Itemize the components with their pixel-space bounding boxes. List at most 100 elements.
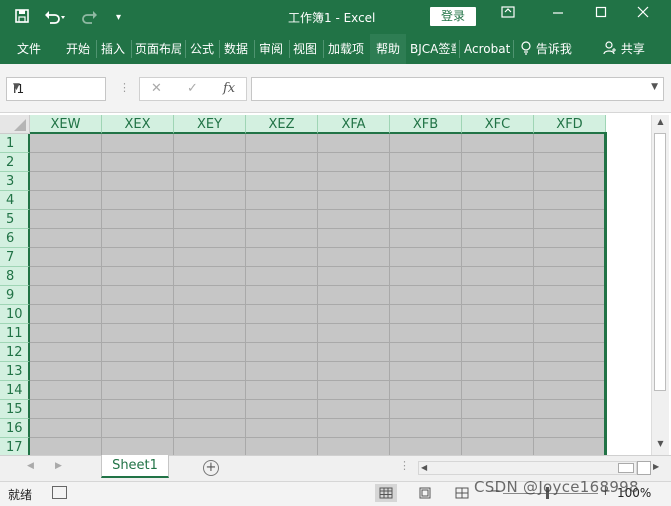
grid-line bbox=[30, 342, 606, 343]
tab-data[interactable]: 数据 bbox=[224, 34, 250, 64]
page-break-view-icon[interactable] bbox=[451, 484, 473, 502]
save-icon[interactable] bbox=[14, 8, 30, 27]
select-all-corner[interactable] bbox=[0, 115, 30, 134]
column-header[interactable]: XEX bbox=[102, 115, 174, 134]
redo-icon[interactable] bbox=[80, 8, 102, 27]
minimize-icon[interactable] bbox=[548, 6, 568, 22]
tell-me-label: 告诉我 bbox=[535, 42, 572, 56]
row-header[interactable]: 9 bbox=[0, 286, 30, 305]
tab-view[interactable]: 视图 bbox=[293, 34, 319, 64]
add-sheet-icon[interactable]: + bbox=[203, 460, 219, 476]
grid-line bbox=[173, 134, 174, 455]
normal-view-icon[interactable] bbox=[375, 484, 397, 502]
tell-me-button[interactable]: 告诉我 bbox=[520, 34, 582, 64]
cell-grid[interactable] bbox=[30, 134, 606, 455]
grid-line bbox=[533, 134, 534, 455]
prev-sheet-icon[interactable]: ◀ bbox=[27, 461, 34, 471]
login-button[interactable]: 登录 bbox=[430, 7, 476, 26]
row-header[interactable]: 16 bbox=[0, 419, 30, 438]
horizontal-scrollbar[interactable]: ◀ bbox=[418, 461, 637, 475]
row-header[interactable]: 8 bbox=[0, 267, 30, 286]
tab-formulas[interactable]: 公式 bbox=[190, 34, 216, 64]
share-button[interactable]: 共享 bbox=[603, 34, 655, 64]
scroll-left-icon[interactable]: ◀ bbox=[421, 463, 427, 472]
row-header[interactable]: 12 bbox=[0, 343, 30, 362]
grid-line bbox=[101, 134, 102, 455]
scroll-right-icon[interactable]: ▶ bbox=[653, 462, 659, 471]
formula-input[interactable]: ▼ bbox=[251, 77, 664, 101]
customize-icon[interactable]: ▾ bbox=[116, 10, 121, 26]
grid-line bbox=[30, 380, 606, 381]
grid-line bbox=[317, 134, 318, 455]
tab-bjca[interactable]: BJCA签章 bbox=[410, 34, 456, 64]
title-bar: ▾ 工作簿1 - Excel 登录 bbox=[0, 0, 671, 34]
column-header[interactable]: XFC bbox=[462, 115, 534, 134]
vertical-scroll-thumb[interactable] bbox=[654, 133, 666, 391]
row-header[interactable]: 14 bbox=[0, 381, 30, 400]
column-header[interactable]: XEZ bbox=[246, 115, 318, 134]
tab-acrobat[interactable]: Acrobat bbox=[464, 34, 510, 64]
tab-help[interactable]: 帮助 bbox=[370, 34, 406, 64]
page-layout-view-icon[interactable] bbox=[414, 484, 436, 502]
quick-access-toolbar: ▾ bbox=[14, 8, 121, 27]
enter-icon[interactable]: ✓ bbox=[187, 81, 198, 96]
row-header[interactable]: 6 bbox=[0, 229, 30, 248]
insert-function-icon[interactable]: fx bbox=[223, 81, 235, 96]
ribbon-tabs: 文件 开始 插入 页面布局 公式 数据 审阅 视图 加载项 帮助 BJCA签章 … bbox=[0, 34, 671, 64]
excel-window: ▾ 工作簿1 - Excel 登录 文件 开始 插入 页面布局 公式 数据 审阅… bbox=[0, 0, 671, 506]
cancel-icon[interactable]: ✕ bbox=[151, 81, 162, 96]
column-header[interactable]: XFA bbox=[318, 115, 390, 134]
row-header[interactable]: 2 bbox=[0, 153, 30, 172]
row-header[interactable]: 4 bbox=[0, 191, 30, 210]
column-header[interactable]: XEY bbox=[174, 115, 246, 134]
column-header[interactable]: XFD bbox=[534, 115, 606, 134]
selection-border bbox=[604, 132, 607, 455]
tab-review[interactable]: 审阅 bbox=[259, 34, 285, 64]
horizontal-scroll-thumb[interactable] bbox=[618, 463, 634, 473]
row-header[interactable]: 7 bbox=[0, 248, 30, 267]
sheet-tab-sheet1[interactable]: Sheet1 bbox=[101, 455, 169, 478]
expand-formula-icon[interactable]: ▼ bbox=[651, 82, 658, 92]
grid-line bbox=[30, 152, 606, 153]
row-header[interactable]: 10 bbox=[0, 305, 30, 324]
next-sheet-icon[interactable]: ▶ bbox=[55, 461, 62, 471]
tab-home[interactable]: 开始 bbox=[66, 34, 92, 64]
tab-page-layout[interactable]: 页面布局 bbox=[135, 34, 181, 64]
vertical-scrollbar[interactable]: ▲ ▼ bbox=[651, 115, 669, 455]
row-header[interactable]: 11 bbox=[0, 324, 30, 343]
grid-line bbox=[30, 190, 606, 191]
drag-handle-icon[interactable]: ⋮ bbox=[119, 81, 130, 94]
row-header[interactable]: 15 bbox=[0, 400, 30, 419]
row-header[interactable]: 5 bbox=[0, 210, 30, 229]
row-header[interactable]: 1 bbox=[0, 134, 30, 153]
tab-addins[interactable]: 加载项 bbox=[328, 34, 368, 64]
share-label: 共享 bbox=[620, 42, 645, 56]
column-header[interactable]: XEW bbox=[30, 115, 102, 134]
window-title: 工作簿1 - Excel bbox=[288, 11, 376, 25]
maximize-icon[interactable] bbox=[591, 6, 611, 22]
grid-line bbox=[30, 285, 606, 286]
scroll-down-icon[interactable]: ▼ bbox=[652, 439, 669, 453]
status-ready: 就绪 bbox=[8, 488, 33, 502]
name-box[interactable]: I1 ▼ bbox=[6, 77, 106, 101]
close-icon[interactable] bbox=[633, 6, 653, 22]
grid-line bbox=[30, 228, 606, 229]
chevron-down-icon[interactable]: ▼ bbox=[13, 82, 100, 92]
column-header[interactable]: XFB bbox=[390, 115, 462, 134]
splitter-handle-icon[interactable]: ⋮ bbox=[399, 459, 410, 472]
tab-file[interactable]: 文件 bbox=[17, 34, 45, 64]
undo-icon[interactable] bbox=[44, 8, 66, 27]
grid-line bbox=[30, 418, 606, 419]
row-header[interactable]: 3 bbox=[0, 172, 30, 191]
person-icon bbox=[603, 41, 621, 56]
formula-bar: I1 ▼ ⋮ ✕ ✓ fx ▼ bbox=[0, 64, 671, 113]
lightbulb-icon bbox=[520, 41, 536, 56]
horizontal-scroll-box[interactable] bbox=[637, 461, 651, 475]
grid-line bbox=[30, 304, 606, 305]
ribbon-options-icon[interactable] bbox=[498, 6, 518, 22]
macro-record-icon[interactable] bbox=[52, 486, 67, 499]
tab-insert[interactable]: 插入 bbox=[101, 34, 127, 64]
row-header[interactable]: 13 bbox=[0, 362, 30, 381]
scroll-up-icon[interactable]: ▲ bbox=[652, 117, 669, 131]
grid-line bbox=[30, 323, 606, 324]
